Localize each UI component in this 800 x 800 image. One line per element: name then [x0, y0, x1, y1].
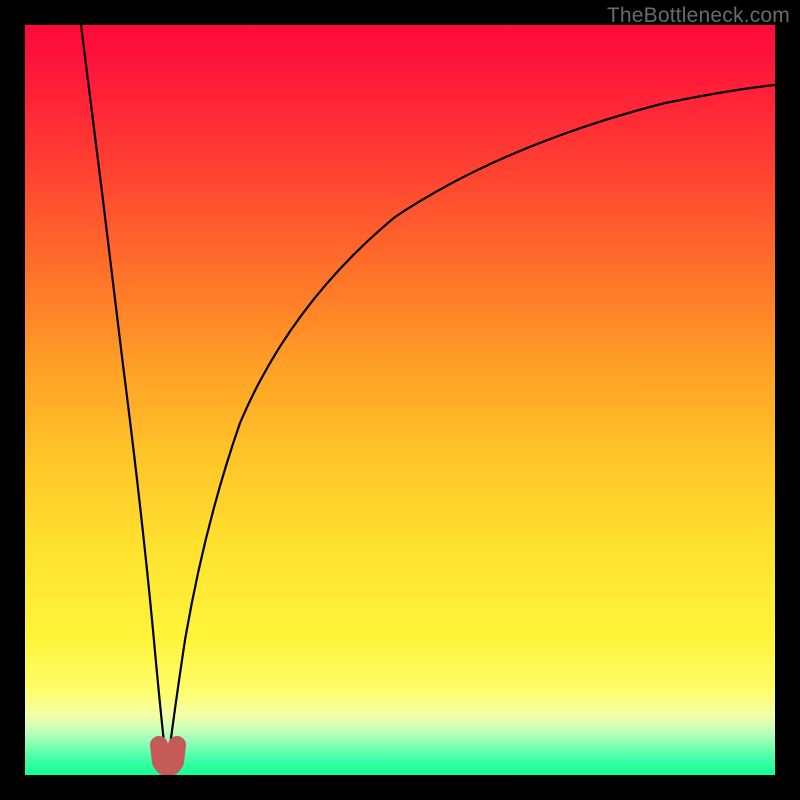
chart-frame: TheBottleneck.com	[0, 0, 800, 800]
curve-layer	[25, 25, 775, 775]
plot-area	[25, 25, 775, 775]
bottleneck-curve	[81, 25, 775, 770]
cusp-marker	[159, 745, 177, 768]
